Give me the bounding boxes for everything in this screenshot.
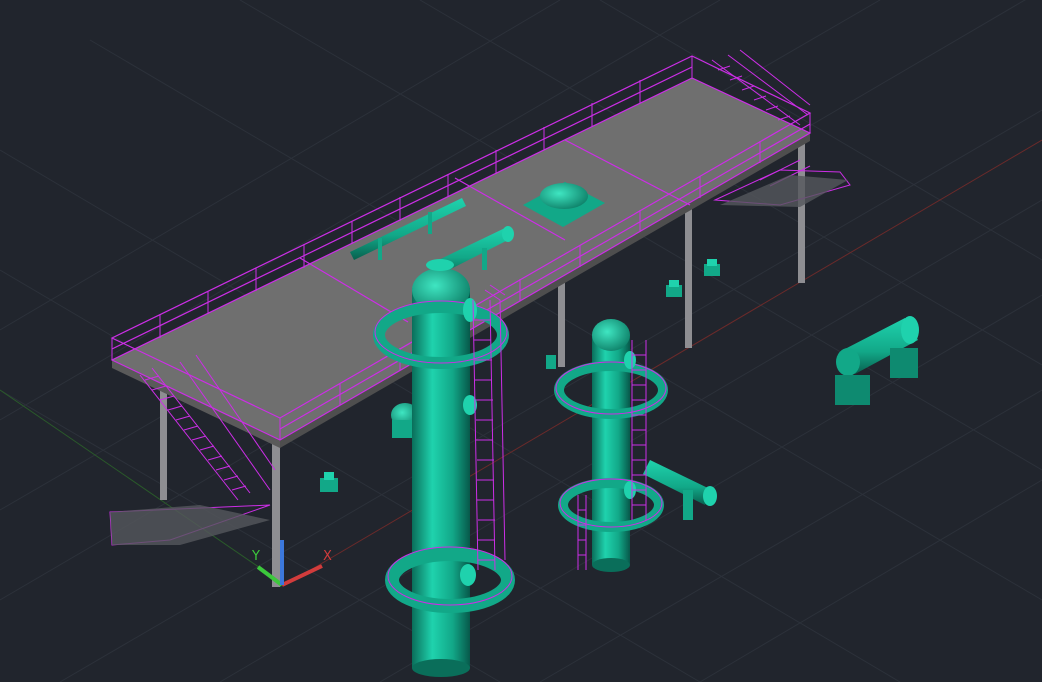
model-viewport[interactable]: X Y bbox=[0, 0, 1042, 682]
ucs-x-label: X bbox=[323, 549, 332, 564]
stair-left-landing bbox=[110, 505, 270, 545]
ground-pump-4[interactable] bbox=[546, 355, 556, 369]
ucs-y-label: Y bbox=[251, 549, 260, 564]
ground-pump-1[interactable] bbox=[320, 472, 338, 492]
ground-pump-2[interactable] bbox=[666, 280, 682, 297]
distillation-column-tall[interactable] bbox=[373, 259, 515, 677]
ucs-x-axis bbox=[281, 564, 323, 587]
ground-pump-3[interactable] bbox=[704, 259, 720, 276]
